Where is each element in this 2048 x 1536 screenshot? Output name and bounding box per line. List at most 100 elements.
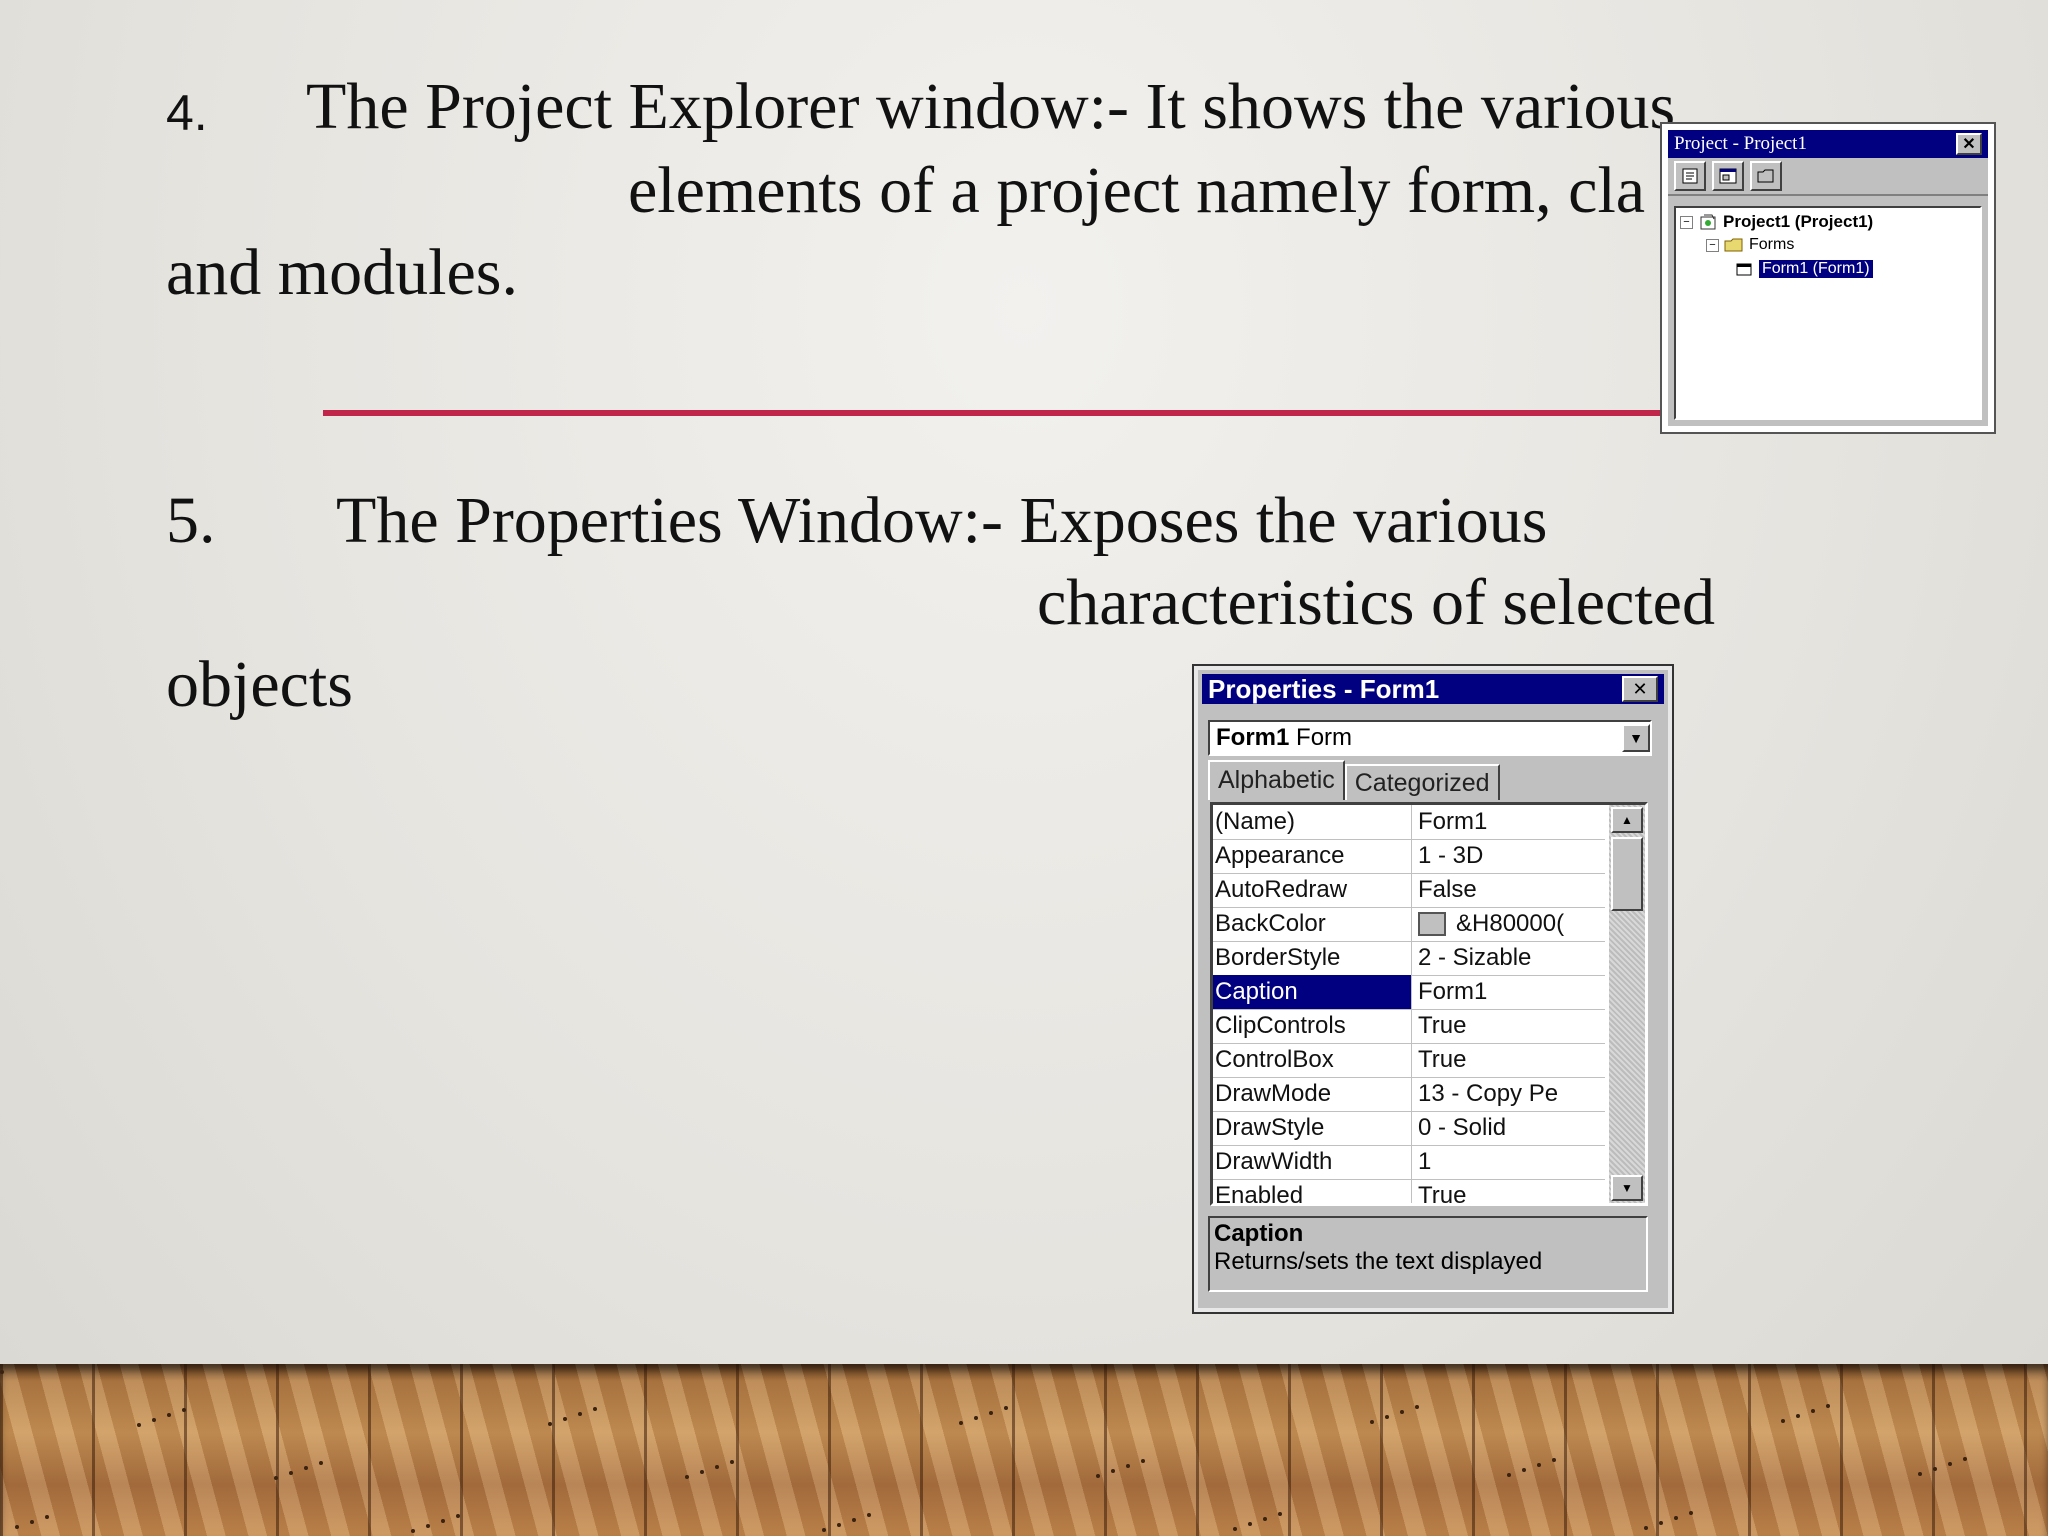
property-grid: (Name) Form1 Appearance 1 - 3D AutoRedraw F… [1210,802,1648,1206]
tree-node-project[interactable]: − Project1 (Project1) [1680,212,1873,232]
property-row[interactable]: BackColor &H80000( [1213,907,1605,942]
item4-line3: and modules. [166,236,518,309]
property-grid-scrollbar[interactable]: ▲ ▼ [1609,805,1645,1203]
floor-knot [152,1418,156,1422]
property-value[interactable]: 1 - 3D [1412,839,1605,873]
item5-number: 5. [166,484,216,557]
description-text: Returns/sets the text displayed [1214,1248,1543,1275]
floor-knot [456,1514,460,1518]
description-title: Caption [1214,1220,1304,1247]
view-object-button[interactable] [1712,161,1744,191]
property-name: (Name) [1213,805,1412,839]
property-value[interactable]: True [1412,1179,1605,1203]
properties-close-button[interactable]: ✕ [1622,676,1658,702]
property-value[interactable]: Form1 [1412,805,1605,839]
floor-knot [1781,1419,1785,1423]
floor-knot [715,1465,719,1469]
floor-knot [700,1470,704,1474]
property-row[interactable]: DrawStyle 0 - Solid [1213,1111,1605,1146]
scroll-thumb[interactable] [1611,837,1643,911]
property-value[interactable]: True [1412,1043,1605,1077]
floor-knot [1400,1410,1404,1414]
collapse-icon[interactable]: − [1680,215,1693,229]
floor-knot [1111,1469,1115,1473]
property-row[interactable]: DrawMode 13 - Copy Pe [1213,1077,1605,1112]
property-value[interactable]: &H80000( [1412,907,1605,941]
floor-knot [15,1525,19,1529]
form-icon [1736,263,1752,276]
property-name: BackColor [1213,907,1412,941]
floor-knot [1644,1526,1648,1530]
property-value[interactable]: True [1412,1009,1605,1043]
floor-knot [1415,1405,1419,1409]
project-explorer-title: Project - Project1 [1674,133,1807,154]
property-row[interactable]: ControlBox True [1213,1043,1605,1078]
view-code-icon [1682,168,1698,184]
scroll-up-icon[interactable]: ▲ [1611,807,1643,833]
property-value[interactable]: False [1412,873,1605,907]
floor-knot [730,1460,734,1464]
project-explorer-toolbar [1668,158,1988,196]
floor-knot [685,1475,689,1479]
property-value[interactable]: 13 - Copy Pe [1412,1077,1605,1111]
properties-titlebar[interactable]: Properties - Form1 ✕ [1202,674,1664,704]
property-row[interactable]: DrawWidth 1 [1213,1145,1605,1180]
color-swatch [1418,912,1446,936]
project-tree: − Project1 (Project1) − Forms Form1 (For… [1674,206,1982,420]
item4-line2: elements of a project namely form, cla [628,154,1646,227]
property-name: Appearance [1213,839,1412,873]
floor-knot [319,1461,323,1465]
property-row[interactable]: (Name) Form1 [1213,805,1605,840]
floor-knot [1126,1464,1130,1468]
view-object-icon [1719,168,1737,184]
object-selector[interactable]: Form1 Form ▼ [1208,720,1652,756]
view-code-button[interactable] [1674,161,1706,191]
floor-knot [974,1416,978,1420]
project-name: Project1 (Project1) [1723,212,1874,231]
property-row[interactable]: Appearance 1 - 3D [1213,839,1605,874]
property-row[interactable]: BorderStyle 2 - Sizable [1213,941,1605,976]
floor-knot [1507,1473,1511,1477]
property-name: DrawStyle [1213,1111,1412,1145]
floor-knot [593,1407,597,1411]
chevron-down-icon[interactable]: ▼ [1622,724,1650,752]
toggle-folders-button[interactable] [1750,161,1782,191]
tree-node-form1[interactable]: Form1 (Form1) [1734,260,1873,278]
collapse-icon[interactable]: − [1706,238,1719,252]
floor-knot [1659,1521,1663,1525]
property-value[interactable]: 2 - Sizable [1412,941,1605,975]
floor-knot [182,1408,186,1412]
property-row[interactable]: Enabled True [1213,1179,1605,1203]
property-name: AutoRedraw [1213,873,1412,907]
property-value[interactable]: 1 [1412,1145,1605,1179]
scroll-down-icon[interactable]: ▼ [1611,1175,1643,1201]
section-divider [323,410,1663,416]
floor-knot [867,1513,871,1517]
floor-knot [441,1519,445,1523]
floor-knot [1674,1516,1678,1520]
project-explorer-titlebar[interactable]: Project - Project1 ✕ [1668,130,1988,158]
floor-knot [822,1528,826,1532]
property-value[interactable]: 0 - Solid [1412,1111,1605,1145]
floor-knot [1918,1472,1922,1476]
property-row-selected[interactable]: Caption Form1 [1213,975,1605,1010]
floor-knot [578,1412,582,1416]
property-row[interactable]: ClipControls True [1213,1009,1605,1044]
floor-knot [30,1520,34,1524]
floor-knot [1522,1468,1526,1472]
floor-knot [852,1518,856,1522]
tab-alphabetic[interactable]: Alphabetic [1208,760,1345,800]
floor-knot [274,1476,278,1480]
tab-categorized[interactable]: Categorized [1344,764,1500,800]
project-explorer-close-button[interactable]: ✕ [1956,133,1982,155]
property-value[interactable]: Form1 [1412,975,1605,1009]
property-name: DrawMode [1213,1077,1412,1111]
floor-knot [1811,1409,1815,1413]
backcolor-value: &H80000( [1456,910,1565,937]
floor-knot [1278,1512,1282,1516]
property-name: Enabled [1213,1179,1412,1203]
floor-knot [548,1422,552,1426]
property-row[interactable]: AutoRedraw False [1213,873,1605,908]
floor-knot [1537,1463,1541,1467]
tree-node-forms[interactable]: − Forms [1706,236,1794,254]
